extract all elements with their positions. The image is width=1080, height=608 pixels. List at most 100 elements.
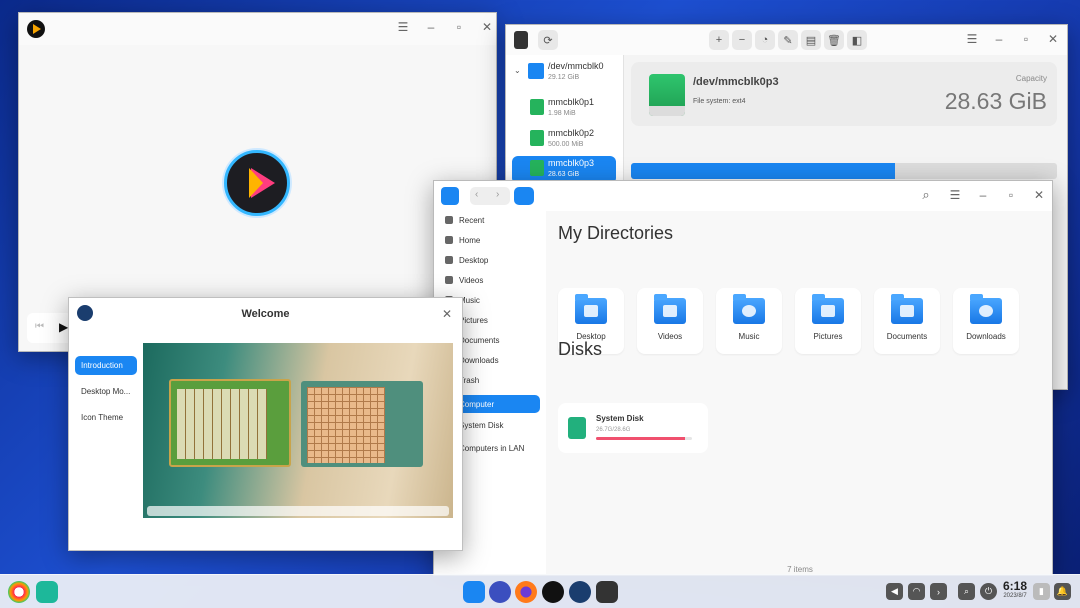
- partition-item[interactable]: mmcblk0p2 500.00 MiB: [512, 126, 616, 152]
- volume-icon[interactable]: ◀: [886, 583, 903, 600]
- dir-label: Documents: [886, 332, 928, 341]
- launcher-icon[interactable]: [8, 581, 30, 603]
- dir-downloads[interactable]: Downloads: [953, 288, 1019, 354]
- nav-label: Desktop Mo...: [81, 387, 131, 396]
- pie-icon[interactable]: ◔: [755, 30, 775, 50]
- desktop-icon: [445, 256, 453, 264]
- usage-bar: [631, 163, 1057, 179]
- menu-icon[interactable]: ☰: [941, 181, 969, 209]
- clock-time: 6:18: [1002, 579, 1028, 593]
- drive-icon: [649, 74, 685, 116]
- welcome-title: Welcome: [241, 308, 290, 320]
- menu-icon[interactable]: ☰: [958, 25, 986, 53]
- welcome-nav-introduction[interactable]: Introduction: [75, 356, 137, 375]
- partition-size: 28.63 GiB: [548, 171, 580, 178]
- dir-label: Pictures: [813, 332, 843, 341]
- welcome-icon[interactable]: [569, 581, 591, 603]
- disk-card-system[interactable]: System Disk 26.7G/28.6G: [558, 403, 708, 453]
- folder-music-icon: [733, 294, 765, 324]
- refresh-icon[interactable]: ⟳: [538, 30, 558, 50]
- section-title-disks: Disks: [558, 339, 602, 359]
- sidebar-label: Computers in LAN: [459, 443, 525, 453]
- sidebar-item-home[interactable]: Home: [440, 231, 540, 249]
- multitask-view-icon[interactable]: [36, 581, 58, 603]
- play-icon[interactable]: ▶: [59, 320, 68, 334]
- player-logo-icon[interactable]: [224, 150, 290, 216]
- dir-music[interactable]: Music: [716, 288, 782, 354]
- capacity-label: Capacity: [1015, 74, 1047, 83]
- maximize-icon[interactable]: ▫: [445, 13, 473, 41]
- menu-icon[interactable]: ☰: [389, 13, 417, 41]
- dir-pictures[interactable]: Pictures: [795, 288, 861, 354]
- erase-icon[interactable]: ✎: [778, 30, 798, 50]
- partition-item[interactable]: mmcblk0p1 1.98 MiB: [512, 95, 616, 121]
- delete-icon[interactable]: 🗑: [824, 30, 844, 50]
- disk-icon: [528, 63, 544, 79]
- dir-videos[interactable]: Videos: [637, 288, 703, 354]
- maximize-icon[interactable]: ▫: [1012, 25, 1040, 53]
- file-manager-icon[interactable]: [463, 581, 485, 603]
- nav-arrows: ‹ ›: [470, 187, 510, 205]
- chevron-down-icon[interactable]: ⌄: [514, 66, 521, 75]
- close-icon[interactable]: ✕: [1025, 181, 1052, 209]
- welcome-window: Welcome ✕ Introduction Desktop Mo... Ico…: [68, 297, 463, 551]
- maximize-icon[interactable]: ▫: [997, 181, 1025, 209]
- wifi-icon[interactable]: ◠: [908, 583, 925, 600]
- clock[interactable]: 6:18 2023/8/7: [1000, 579, 1030, 599]
- disk-usage-bar-fill: [596, 437, 686, 440]
- chevron-right-icon[interactable]: ›: [930, 583, 947, 600]
- movie-player-icon[interactable]: [542, 581, 564, 603]
- file-manager-titlebar: ‹ › ⌕ ☰ – ▫ ✕: [434, 181, 1052, 211]
- sidebar-label: Downloads: [459, 355, 499, 365]
- partition-title: /dev/mmcblk0p3: [693, 76, 779, 88]
- sidebar-item-recent[interactable]: Recent: [440, 211, 540, 229]
- settings-icon[interactable]: [489, 581, 511, 603]
- device-item[interactable]: ⌄ /dev/mmcblk0 29.12 GiB: [512, 59, 616, 85]
- format-icon[interactable]: ▤: [801, 30, 821, 50]
- info-icon[interactable]: ◧: [847, 30, 867, 50]
- preview-dock: [147, 506, 449, 516]
- clock-icon: [445, 216, 453, 224]
- computer-crumb-icon[interactable]: [514, 187, 534, 205]
- folder-videos-icon: [654, 294, 686, 324]
- dir-documents[interactable]: Documents: [874, 288, 940, 354]
- power-icon[interactable]: ⏻: [980, 583, 997, 600]
- add-icon[interactable]: +: [709, 30, 729, 50]
- trash-icon[interactable]: ▮: [1033, 583, 1050, 600]
- notification-icon[interactable]: 🔔: [1054, 583, 1071, 600]
- folder-pictures-icon: [812, 294, 844, 324]
- welcome-titlebar: Welcome ✕: [69, 298, 462, 330]
- partition-size: 1.98 MiB: [548, 110, 576, 117]
- close-icon[interactable]: ✕: [433, 300, 461, 328]
- partition-name: mmcblk0p2: [548, 128, 595, 138]
- partition-size: 500.00 MiB: [548, 141, 584, 148]
- player-app-icon: [27, 20, 45, 38]
- browser-icon[interactable]: [515, 581, 537, 603]
- minimize-icon[interactable]: –: [417, 13, 445, 41]
- disk-utility-icon[interactable]: [596, 581, 618, 603]
- home-icon: [445, 236, 453, 244]
- sidebar-item-desktop[interactable]: Desktop: [440, 251, 540, 269]
- search-icon[interactable]: ⌕: [958, 583, 975, 600]
- prev-icon[interactable]: ⏮: [35, 321, 44, 332]
- close-icon[interactable]: ✕: [1039, 25, 1067, 53]
- taskbar: ◀ ◠ › ⌕ ⏻ 6:18 2023/8/7 ▮ 🔔: [0, 574, 1080, 608]
- minimize-icon[interactable]: –: [985, 25, 1013, 53]
- folder-documents-icon: [891, 294, 923, 324]
- item-count: 7 items: [787, 565, 813, 574]
- back-icon[interactable]: ‹: [475, 189, 478, 200]
- forward-icon[interactable]: ›: [496, 189, 499, 200]
- minimize-icon[interactable]: –: [969, 181, 997, 209]
- sidebar-item-videos[interactable]: Videos: [440, 271, 540, 289]
- sidebar-label: Documents: [459, 335, 500, 345]
- welcome-nav-desktop-mode[interactable]: Desktop Mo...: [75, 382, 137, 401]
- player-titlebar: ☰ – ▫ ✕: [19, 13, 496, 45]
- dir-label: Videos: [657, 332, 683, 341]
- folder-desktop-icon: [575, 294, 607, 324]
- close-icon[interactable]: ✕: [473, 13, 496, 41]
- search-icon[interactable]: ⌕: [912, 181, 940, 209]
- remove-icon[interactable]: −: [732, 30, 752, 50]
- sidebar-label: Computer: [459, 399, 495, 409]
- welcome-nav-icon-theme[interactable]: Icon Theme: [75, 408, 137, 427]
- system-disk-icon: [568, 417, 586, 439]
